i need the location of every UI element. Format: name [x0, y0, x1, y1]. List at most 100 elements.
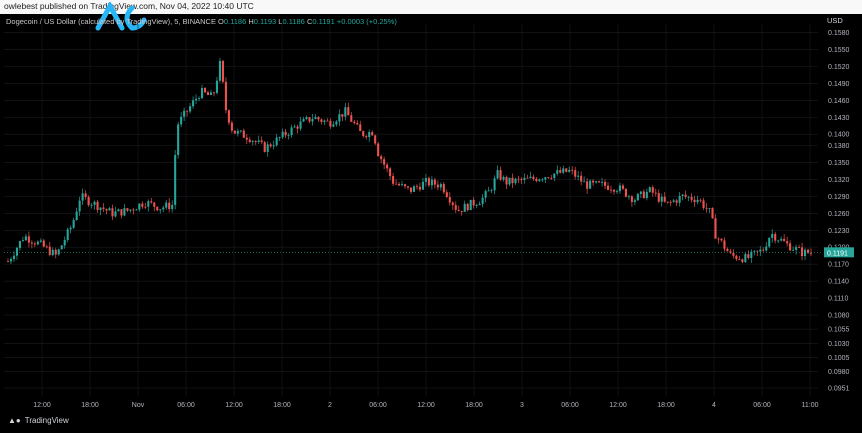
candle-body	[314, 117, 317, 119]
candle-body	[657, 193, 660, 202]
candle-body	[189, 106, 192, 112]
candle-body	[529, 176, 532, 179]
footer-bar	[0, 412, 862, 433]
candle-body	[284, 131, 287, 136]
candle-body	[720, 238, 723, 241]
candle-body	[445, 192, 448, 197]
y-tick-label: 0.1030	[828, 341, 850, 348]
candle-body	[260, 140, 263, 143]
y-tick-label: 0.1520	[828, 64, 850, 71]
candle-body	[469, 199, 472, 211]
candle-body	[508, 177, 511, 185]
candle-body	[302, 119, 305, 122]
candle-body	[377, 143, 380, 157]
y-tick-label: 0.0980	[828, 369, 850, 376]
candle-body	[630, 196, 633, 202]
candle-body	[601, 181, 604, 183]
candle-body	[789, 243, 792, 251]
candle-body	[517, 178, 520, 180]
x-tick-label: Nov	[132, 402, 145, 409]
candle-body	[559, 170, 562, 173]
candle-body	[660, 196, 663, 202]
candle-body	[553, 173, 556, 179]
candle-body	[780, 238, 783, 241]
candle-body	[523, 177, 526, 180]
candle-body	[583, 181, 586, 183]
candle-body	[165, 202, 168, 208]
candle-body	[386, 164, 389, 169]
candle-body	[693, 199, 696, 203]
candle-body	[556, 170, 559, 174]
candle-body	[627, 196, 630, 198]
candle-body	[541, 179, 544, 181]
candle-body	[45, 246, 48, 248]
y-tick-label: 0.1230	[828, 228, 850, 235]
candle-body	[290, 127, 293, 136]
candle-body	[36, 241, 39, 245]
candle-body	[18, 241, 21, 248]
candle-body	[708, 208, 711, 209]
y-tick-label: 0.1260	[828, 211, 850, 218]
candle-body	[759, 249, 762, 252]
candle-body	[538, 179, 541, 182]
y-tick-label: 0.1140	[828, 279, 849, 286]
y-tick-label: 0.0951	[828, 385, 850, 392]
x-tick-label: 12:00	[609, 402, 627, 409]
price-chart[interactable]: 0.1580 0.1550 0.1520 0.1490 0.1460 0.1430 0.14…	[0, 0, 862, 433]
candle-body	[272, 145, 275, 147]
candle-body	[93, 201, 96, 205]
candle-body	[412, 186, 416, 192]
candle-body	[99, 207, 102, 210]
candle-body	[356, 123, 359, 125]
candle-body	[299, 121, 302, 129]
candle-body	[427, 178, 430, 186]
candle-body	[171, 204, 174, 210]
candle-body	[398, 183, 401, 186]
candle-body	[263, 142, 266, 152]
candle-body	[111, 208, 114, 217]
candle-body	[633, 200, 636, 202]
candle-body	[6, 261, 10, 263]
candle-body	[350, 115, 353, 122]
candle-body	[490, 190, 493, 192]
candle-body	[368, 132, 371, 138]
candle-body	[200, 87, 204, 99]
y-tick-label: 0.1005	[828, 355, 850, 362]
candle-body	[809, 252, 813, 254]
candle-body	[141, 203, 144, 207]
candle-body	[257, 140, 260, 142]
candle-body	[242, 130, 245, 138]
candle-body	[159, 209, 162, 211]
candle-body	[69, 227, 72, 230]
candle-body	[335, 121, 338, 125]
candle-body	[487, 190, 490, 192]
candle-body	[66, 229, 69, 240]
candle-body	[454, 205, 457, 210]
y-tick-label: 0.1170	[828, 262, 849, 269]
candle-body	[203, 87, 207, 93]
candle-body	[603, 181, 607, 186]
candle-body	[672, 200, 675, 202]
candle-body	[338, 114, 341, 122]
candle-body	[266, 144, 269, 152]
candle-body	[571, 169, 574, 171]
x-tick-label: 4	[712, 402, 716, 409]
candle-body	[323, 120, 326, 122]
candle-body	[598, 181, 601, 183]
candle-body	[624, 188, 627, 197]
candle-body	[353, 121, 356, 124]
candle-body	[248, 139, 251, 142]
candle-body	[395, 183, 398, 185]
candle-body	[326, 120, 329, 122]
candle-body	[481, 197, 484, 204]
candle-body	[168, 202, 171, 210]
candle-body	[681, 194, 684, 196]
candle-body	[595, 181, 598, 183]
candle-body	[254, 141, 257, 142]
candle-body	[135, 209, 138, 211]
candle-body	[493, 178, 496, 191]
candle-body	[526, 177, 529, 179]
candle-body	[735, 255, 738, 260]
candle-body	[183, 110, 186, 117]
y-tick-label: 0.1550	[828, 47, 850, 54]
